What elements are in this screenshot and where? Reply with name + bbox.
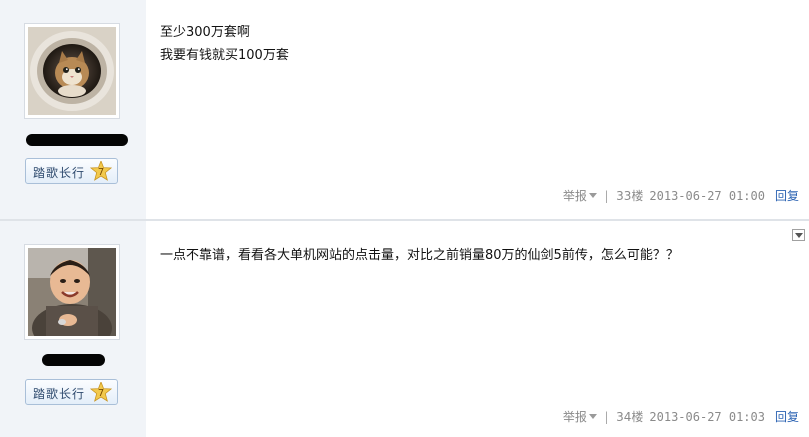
username-redacted (26, 134, 128, 146)
content-line: 我要有钱就买100万套 (160, 48, 289, 63)
avatar-image-child (28, 248, 116, 336)
floor-number: 33楼 (616, 189, 644, 203)
post-34: 踏歌长行 7 一点不靠谱，看看各大单机网站的点击量，对比之前销量80万的仙剑5前… (0, 221, 809, 437)
reply-link[interactable]: 回复 (775, 187, 799, 204)
level-star-icon: 7 (90, 382, 112, 402)
level-star-icon: 7 (90, 161, 112, 181)
floor-number: 34楼 (616, 410, 644, 424)
badge-label: 踏歌长行 (33, 166, 86, 180)
meta-separator: | (602, 409, 611, 424)
username-redacted (42, 354, 105, 366)
reply-link[interactable]: 回复 (775, 408, 799, 425)
report-link[interactable]: 举报 (563, 187, 587, 204)
post-timestamp: 2013-06-27 01:03 (649, 409, 765, 424)
post-timestamp: 2013-06-27 01:00 (649, 188, 765, 203)
avatar-image-cat (28, 27, 116, 115)
content-line: 至少300万套啊 (160, 25, 250, 40)
report-link[interactable]: 举报 (563, 408, 587, 425)
meta-separator: | (602, 188, 611, 203)
post-meta: 举报 | 34楼 2013-06-27 01:03 回复 (563, 408, 799, 425)
avatar[interactable] (24, 244, 120, 340)
content-line: 一点不靠谱，看看各大单机网站的点击量，对比之前销量80万的仙剑5前传，怎么可能？… (160, 248, 679, 263)
user-level-badge[interactable]: 踏歌长行 7 (25, 379, 118, 405)
avatar[interactable] (24, 23, 120, 119)
post-meta: 举报 | 33楼 2013-06-27 01:00 回复 (563, 187, 799, 204)
report-dropdown-icon[interactable] (588, 193, 597, 198)
report-dropdown-icon[interactable] (588, 414, 597, 419)
author-sidebar: 踏歌长行 7 (0, 0, 146, 219)
post-33: 踏歌长行 7 至少300万套啊 我要有钱就买100万套 举报 | 33楼 201… (0, 0, 809, 219)
badge-label: 踏歌长行 (33, 387, 86, 401)
post-content: 一点不靠谱，看看各大单机网站的点击量，对比之前销量80万的仙剑5前传，怎么可能？… (160, 244, 679, 267)
level-number: 7 (98, 167, 104, 178)
level-number: 7 (98, 388, 104, 399)
post-options-dropdown-icon[interactable] (792, 229, 805, 241)
author-sidebar: 踏歌长行 7 (0, 221, 146, 437)
user-level-badge[interactable]: 踏歌长行 7 (25, 158, 118, 184)
post-content: 至少300万套啊 我要有钱就买100万套 (160, 21, 289, 67)
